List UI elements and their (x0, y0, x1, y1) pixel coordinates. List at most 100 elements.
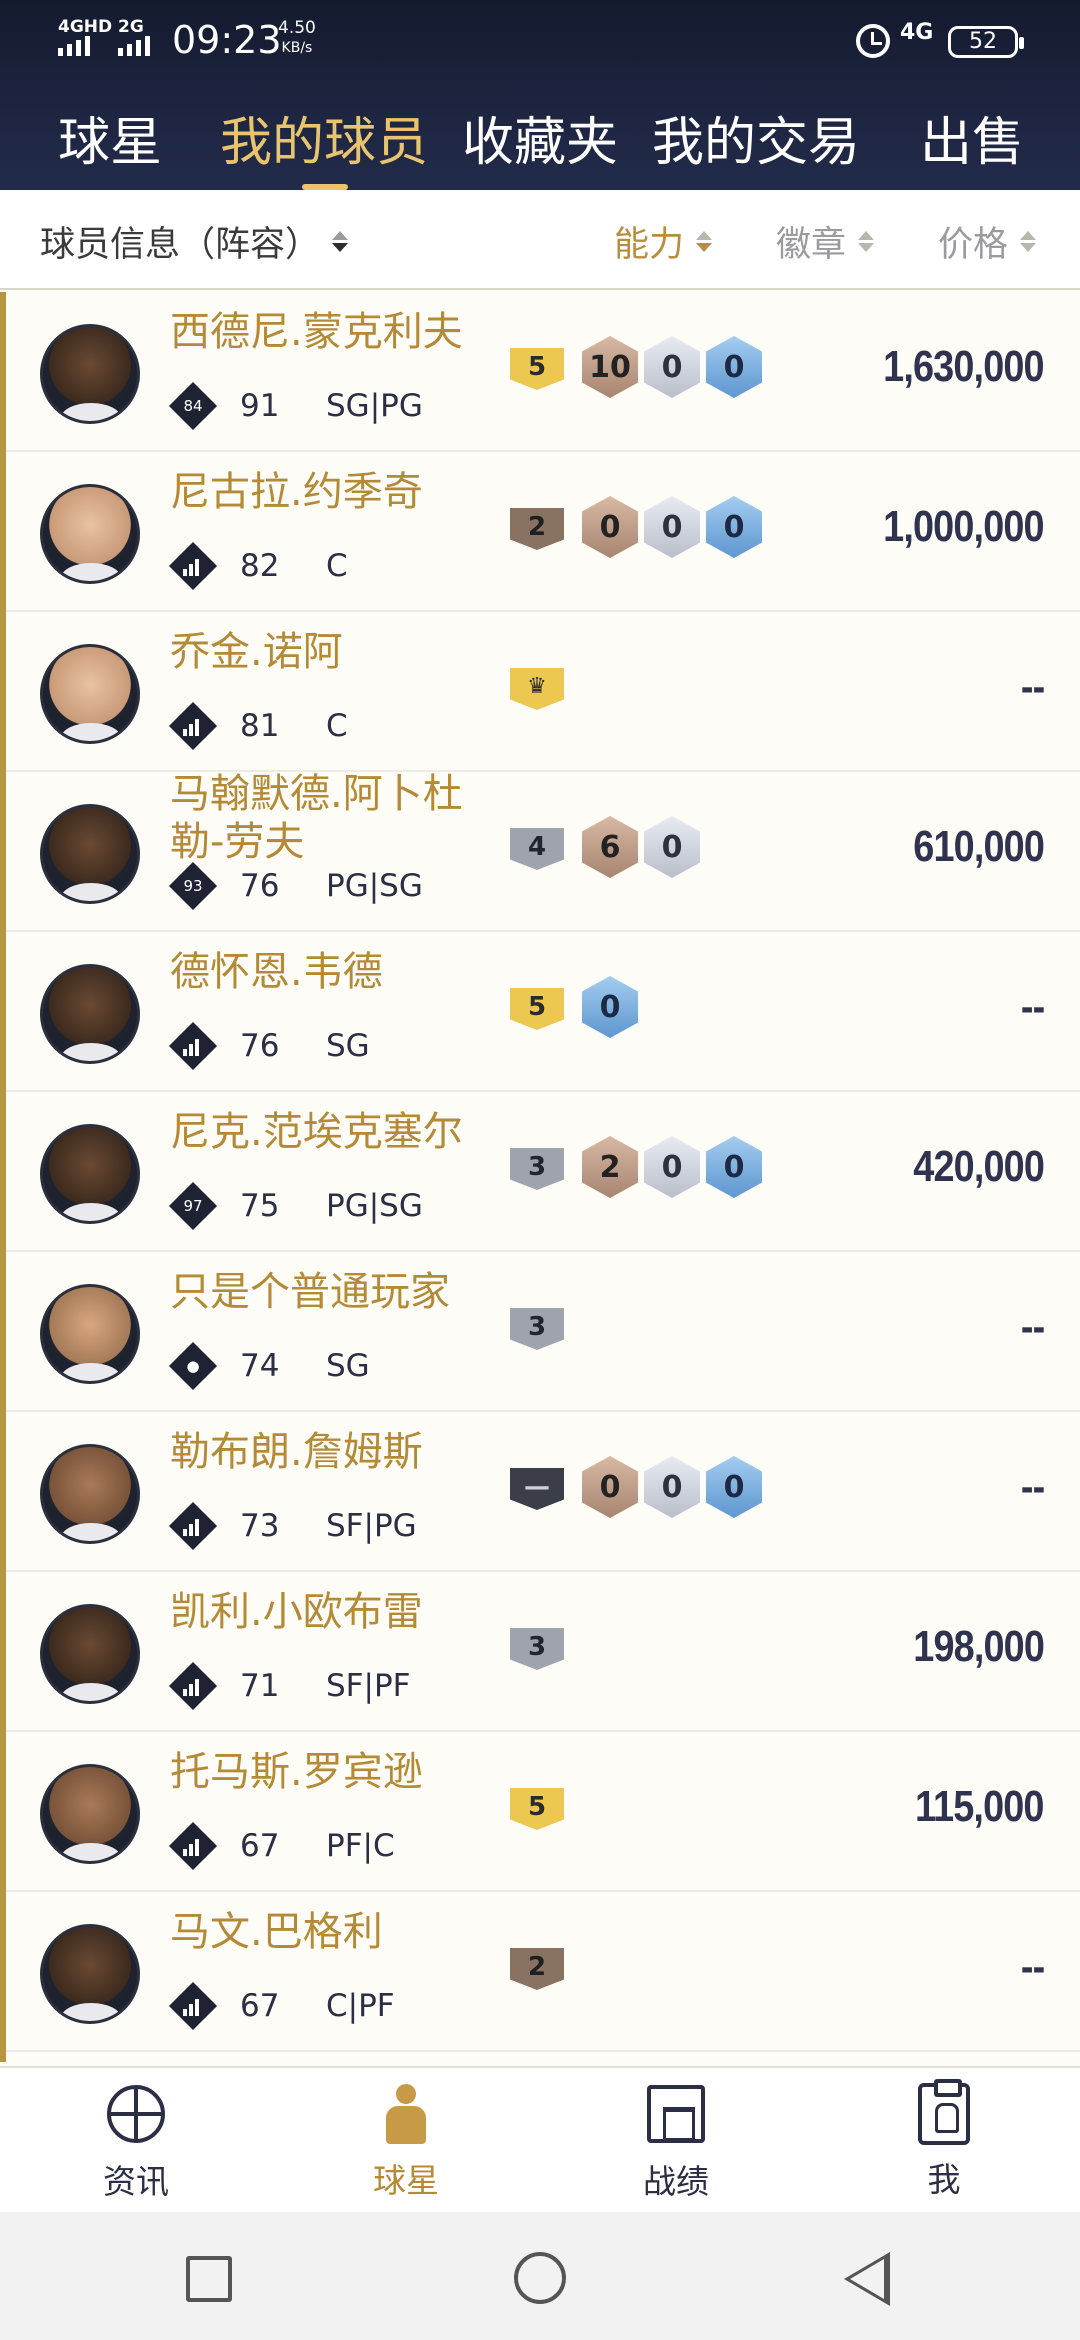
player-meta: 84 91 SG|PG (168, 381, 423, 431)
tier-badge: 2 (510, 1948, 564, 1990)
player-name: 只是个普通玩家 (170, 1269, 450, 1315)
badge-count: 0 (644, 336, 700, 398)
player-row[interactable]: 马文.巴格利 67 C|PF 2 -- (6, 1892, 1080, 2052)
player-row[interactable]: 勒布朗.詹姆斯 73 SF|PG —0 0 0 -- (6, 1412, 1080, 1572)
player-meta: 97 75 PG|SG (168, 1181, 423, 1231)
tier-badge: — (510, 1468, 564, 1510)
player-overall: 76 (240, 1028, 280, 1064)
badge-count: 0 (706, 1456, 762, 1518)
player-meta: 93 76 PG|SG (168, 861, 423, 911)
player-overall: 91 (240, 388, 280, 424)
badge-count: 0 (644, 1136, 700, 1198)
badge-count: 0 (706, 336, 762, 398)
sort-player-info-label: 球员信息（阵容） (40, 225, 321, 265)
player-row[interactable]: 尼克.范埃克塞尔 97 75 PG|SG 3 2 0 0 420,000 (6, 1092, 1080, 1252)
hoop-icon (644, 2085, 708, 2149)
tab-stars[interactable]: 球星 (58, 100, 162, 175)
player-price: 1,630,000 (883, 342, 1044, 391)
player-row[interactable]: 乔金.诺阿 81 C ♛ -- (6, 612, 1080, 772)
battery-icon: 52 (948, 26, 1024, 58)
player-overall: 81 (240, 708, 280, 744)
system-nav-bar (0, 2212, 1080, 2340)
player-price: 420,000 (913, 1142, 1045, 1191)
player-position: SF|PG (326, 1508, 417, 1544)
badge-group: 0 (582, 976, 638, 1038)
sort-arrows-icon (696, 231, 713, 252)
tier-badge: 5 (510, 1788, 564, 1830)
player-meta: 67 PF|C (168, 1821, 395, 1871)
player-position: C|PF (326, 1988, 395, 2024)
bars-glyph (183, 1676, 203, 1696)
tab-favorites[interactable]: 收藏夹 (462, 100, 618, 175)
player-row[interactable]: 托马斯.罗宾逊 67 PF|C 5 115,000 (6, 1732, 1080, 1892)
player-overall: 67 (240, 1988, 280, 2024)
sort-price[interactable]: 价格 (938, 216, 1037, 267)
player-position: SG (326, 1028, 370, 1064)
rank-number: 97 (183, 1197, 203, 1215)
player-position: PF|C (326, 1828, 395, 1864)
player-row[interactable]: 凯利.小欧布雷 71 SF|PF 3 198,000 (6, 1572, 1080, 1732)
tab-my-players[interactable]: 我的球员 (220, 100, 428, 175)
tier-badge: 3 (510, 1148, 564, 1190)
rank-badge: 93 (168, 861, 218, 911)
home-icon[interactable] (514, 2252, 566, 2304)
badge-group: 000 (582, 496, 762, 558)
tier-badge: 5 (510, 348, 564, 390)
badge-count: 0 (582, 976, 638, 1038)
profile-icon (912, 2079, 976, 2147)
recent-apps-icon[interactable] (186, 2256, 232, 2302)
player-price: -- (1020, 662, 1045, 711)
player-name: 凯利.小欧布雷 (170, 1589, 423, 1635)
badge-group: 000 (582, 1456, 762, 1518)
back-icon[interactable] (844, 2252, 890, 2306)
nav-me[interactable]: 我 (864, 2079, 1024, 2201)
network-label-right: 4G (900, 20, 934, 45)
badge-count: 0 (582, 1456, 638, 1518)
player-row[interactable]: 德怀恩.韦德 76 SG 5 0 -- (6, 932, 1080, 1092)
player-position: SG|PG (326, 388, 423, 424)
net-speed-unit: KB/s (281, 40, 313, 56)
player-overall: 74 (240, 1348, 280, 1384)
bars-glyph (183, 1836, 203, 1856)
player-position: SG (326, 1348, 370, 1384)
person-rank-icon: ● (168, 1341, 218, 1391)
sort-ability[interactable]: 能力 (614, 216, 713, 267)
main-tabs: 球星 我的球员 收藏夹 我的交易 出售 (0, 100, 1080, 190)
network-label-1: 4GHD (58, 17, 113, 37)
nav-news[interactable]: 资讯 (56, 2082, 216, 2203)
sort-ability-label: 能力 (614, 225, 685, 265)
rank-badge: 84 (168, 381, 218, 431)
sort-player-info[interactable]: 球员信息（阵容） (40, 216, 349, 267)
badge-count: 0 (706, 496, 762, 558)
player-row[interactable]: 只是个普通玩家 ● 74 SG 3 -- (6, 1252, 1080, 1412)
sort-badge[interactable]: 徽章 (776, 216, 875, 267)
badge-count: 0 (706, 1136, 762, 1198)
player-meta: 82 C (168, 541, 348, 591)
player-position: C (326, 708, 348, 744)
rank-badge: 97 (168, 1181, 218, 1231)
nav-record[interactable]: 战绩 (596, 2082, 756, 2203)
player-avatar (40, 1764, 140, 1864)
player-overall: 76 (240, 868, 280, 904)
sort-price-label: 价格 (938, 225, 1009, 265)
bars-glyph (183, 1036, 203, 1056)
rank-bars-icon (168, 1021, 218, 1071)
tab-my-trades[interactable]: 我的交易 (652, 100, 860, 175)
player-price: -- (1020, 1302, 1045, 1351)
player-row[interactable]: 尼古拉.约季奇 82 C 2 0 0 0 1,000,000 (6, 452, 1080, 612)
player-row[interactable]: 马翰默德.阿卜杜勒-劳夫 93 76 PG|SG 4 6 0 610,000 (6, 771, 1080, 932)
player-meta: 81 C (168, 701, 348, 751)
player-position: SF|PF (326, 1668, 411, 1704)
net-speed: 4.50 KB/s (278, 18, 316, 58)
player-overall: 71 (240, 1668, 280, 1704)
nav-stars[interactable]: 球星 (326, 2082, 486, 2202)
tab-sell[interactable]: 出售 (920, 100, 1024, 175)
player-price: -- (1020, 1942, 1045, 1991)
person-glyph: ● (186, 1357, 200, 1375)
nav-news-label: 资讯 (103, 2162, 169, 2201)
network-label-2: 2G (118, 17, 144, 37)
player-name: 德怀恩.韦德 (170, 949, 383, 995)
bars-glyph (183, 1516, 203, 1536)
player-row[interactable]: 西德尼.蒙克利夫 84 91 SG|PG 5 10 0 0 1,630,000 (6, 292, 1080, 452)
sort-arrows-icon (858, 231, 875, 252)
